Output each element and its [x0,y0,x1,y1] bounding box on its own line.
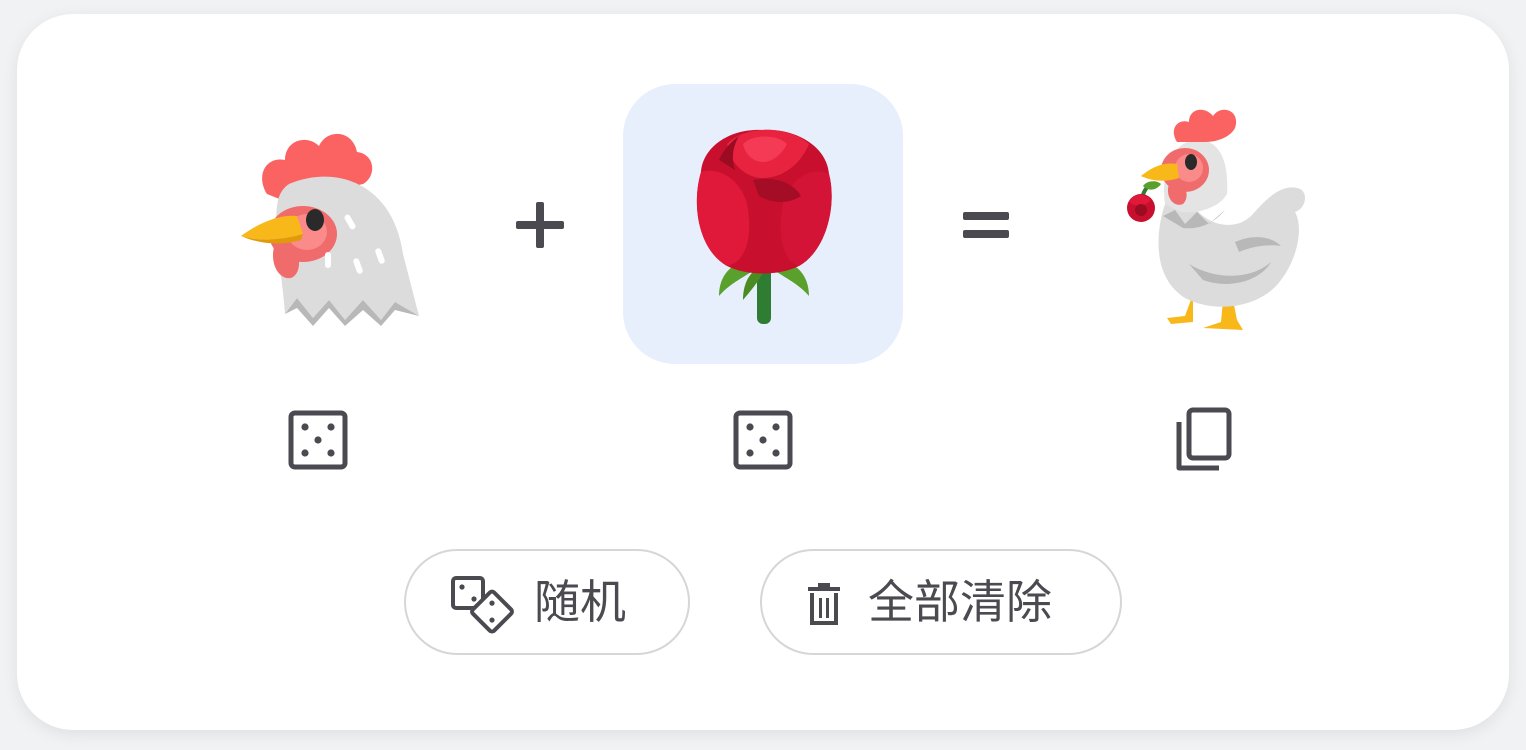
left-random-button[interactable] [287,409,351,473]
left-emoji-slot[interactable] [197,84,477,364]
copy-result-button[interactable] [1173,406,1237,471]
dice-pair-icon [451,576,514,634]
chicken-face-icon [241,133,419,326]
equals-icon [963,212,1009,238]
dice-icon [288,410,348,470]
right-random-button[interactable] [732,409,796,473]
trash-icon [808,583,840,625]
rose-icon [696,129,832,324]
random-button[interactable]: 随机 [404,549,690,655]
dice-icon [733,410,793,470]
result-emoji-slot [1085,84,1365,364]
clear-all-button-label: 全部清除 [868,575,1052,629]
chicken-with-rose-icon [1127,109,1306,330]
right-emoji-slot[interactable] [623,84,903,364]
plus-icon [516,202,564,248]
emoji-kitchen-card: 随机 全部清除 [17,14,1509,730]
clear-all-button[interactable]: 全部清除 [760,549,1122,655]
random-button-label: 随机 [534,575,626,629]
copy-icon [1176,407,1232,471]
